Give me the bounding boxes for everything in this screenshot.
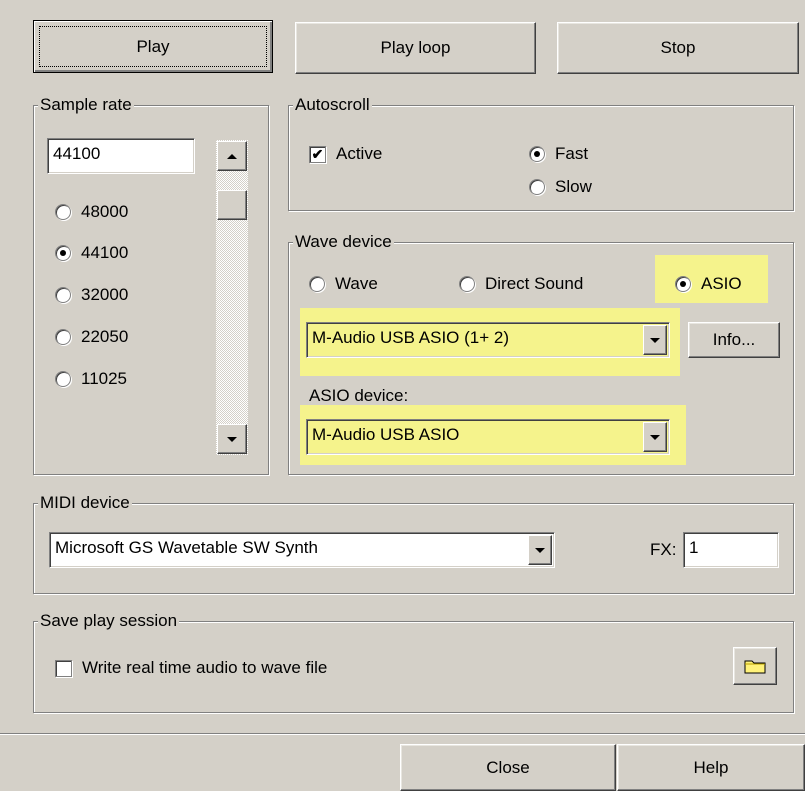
radio-label: 44100 <box>81 243 129 262</box>
radio-circle <box>309 276 325 292</box>
radio-circle <box>55 371 71 387</box>
scroll-thumb[interactable] <box>217 190 247 220</box>
fx-input[interactable]: 1 <box>683 532 779 568</box>
radio-label: 48000 <box>81 202 129 221</box>
radio-label: ASIO <box>701 274 742 293</box>
sample-rate-title: Sample rate <box>38 95 134 115</box>
radio-label: Direct Sound <box>485 274 584 293</box>
focus-rect <box>39 26 267 67</box>
close-button[interactable]: Close <box>400 744 616 791</box>
sample-rate-option-44100[interactable]: 44100 <box>55 243 128 263</box>
footer-separator <box>0 733 805 735</box>
sample-rate-option-48000[interactable]: 48000 <box>55 202 128 222</box>
scroll-down-button[interactable] <box>217 424 247 454</box>
dropdown-button[interactable] <box>528 535 552 565</box>
chevron-down-icon <box>535 547 545 553</box>
radio-circle-selected <box>675 276 691 292</box>
radio-label: Slow <box>555 177 592 196</box>
browse-folder-button[interactable] <box>733 647 777 685</box>
help-button-label: Help <box>693 757 729 777</box>
autoscroll-active-checkbox[interactable]: ✔ Active <box>309 144 382 164</box>
midi-device-select[interactable]: Microsoft GS Wavetable SW Synth <box>49 532 555 568</box>
chevron-down-icon <box>650 337 660 343</box>
write-audio-checkbox[interactable]: Write real time audio to wave file <box>55 658 327 678</box>
sample-rate-option-32000[interactable]: 32000 <box>55 285 128 305</box>
chevron-down-icon <box>650 434 660 440</box>
radio-circle <box>459 276 475 292</box>
save-session-title: Save play session <box>38 611 180 631</box>
radio-label: 32000 <box>81 285 129 304</box>
radio-circle-selected <box>55 245 71 261</box>
autoscroll-fast-radio[interactable]: Fast <box>529 144 588 164</box>
sample-rate-input[interactable]: 44100 <box>47 138 195 174</box>
help-button[interactable]: Help <box>617 744 805 791</box>
radio-circle <box>55 204 71 220</box>
autoscroll-title: Autoscroll <box>293 95 372 115</box>
info-button[interactable]: Info... <box>688 322 780 358</box>
wave-device-option-directsound[interactable]: Direct Sound <box>459 274 583 294</box>
sample-rate-option-22050[interactable]: 22050 <box>55 327 128 347</box>
radio-circle <box>55 287 71 303</box>
fx-label: FX: <box>650 540 677 559</box>
close-button-label: Close <box>486 757 530 777</box>
radio-circle <box>529 179 545 195</box>
play-loop-button-label: Play loop <box>380 38 451 57</box>
dropdown-button[interactable] <box>643 325 667 355</box>
arrow-up-icon <box>227 153 237 159</box>
midi-device-title: MIDI device <box>38 493 132 513</box>
radio-circle <box>55 329 71 345</box>
radio-label: Wave <box>335 274 378 293</box>
checkbox-label: Write real time audio to wave file <box>82 658 328 677</box>
asio-device-select[interactable]: M-Audio USB ASIO <box>306 419 670 455</box>
wave-device-title: Wave device <box>293 232 394 252</box>
sample-rate-value: 44100 <box>53 144 101 163</box>
dropdown-button[interactable] <box>643 422 667 452</box>
play-loop-button[interactable]: Play loop <box>295 22 536 74</box>
play-button[interactable]: Play <box>33 20 273 73</box>
stop-button[interactable]: Stop <box>557 22 799 74</box>
radio-label: Fast <box>555 144 589 163</box>
radio-label: 11025 <box>81 369 128 388</box>
asio-device-label: ASIO device: <box>309 386 409 405</box>
wave-device-option-asio[interactable]: ASIO <box>675 274 742 294</box>
checkbox-box <box>55 659 72 677</box>
sample-rate-scrollbar[interactable] <box>216 140 248 455</box>
autoscroll-slow-radio[interactable]: Slow <box>529 177 592 197</box>
folder-icon <box>744 660 766 674</box>
wave-device-select[interactable]: M-Audio USB ASIO (1+ 2) <box>306 322 670 358</box>
asio-device-select-value: M-Audio USB ASIO <box>312 425 460 444</box>
check-icon: ✔ <box>311 146 324 162</box>
info-button-label: Info... <box>712 330 756 349</box>
sample-rate-option-11025[interactable]: 11025 <box>55 369 127 389</box>
radio-circle-selected <box>529 146 545 162</box>
wave-device-select-value: M-Audio USB ASIO (1+ 2) <box>312 328 509 347</box>
scroll-up-button[interactable] <box>217 141 247 171</box>
wave-device-option-wave[interactable]: Wave <box>309 274 378 294</box>
midi-device-select-value: Microsoft GS Wavetable SW Synth <box>55 538 318 557</box>
stop-button-label: Stop <box>660 38 696 57</box>
checkbox-box: ✔ <box>309 145 326 163</box>
arrow-down-icon <box>227 436 237 442</box>
fx-value: 1 <box>689 538 699 557</box>
checkbox-label: Active <box>336 144 383 163</box>
radio-label: 22050 <box>81 327 129 346</box>
